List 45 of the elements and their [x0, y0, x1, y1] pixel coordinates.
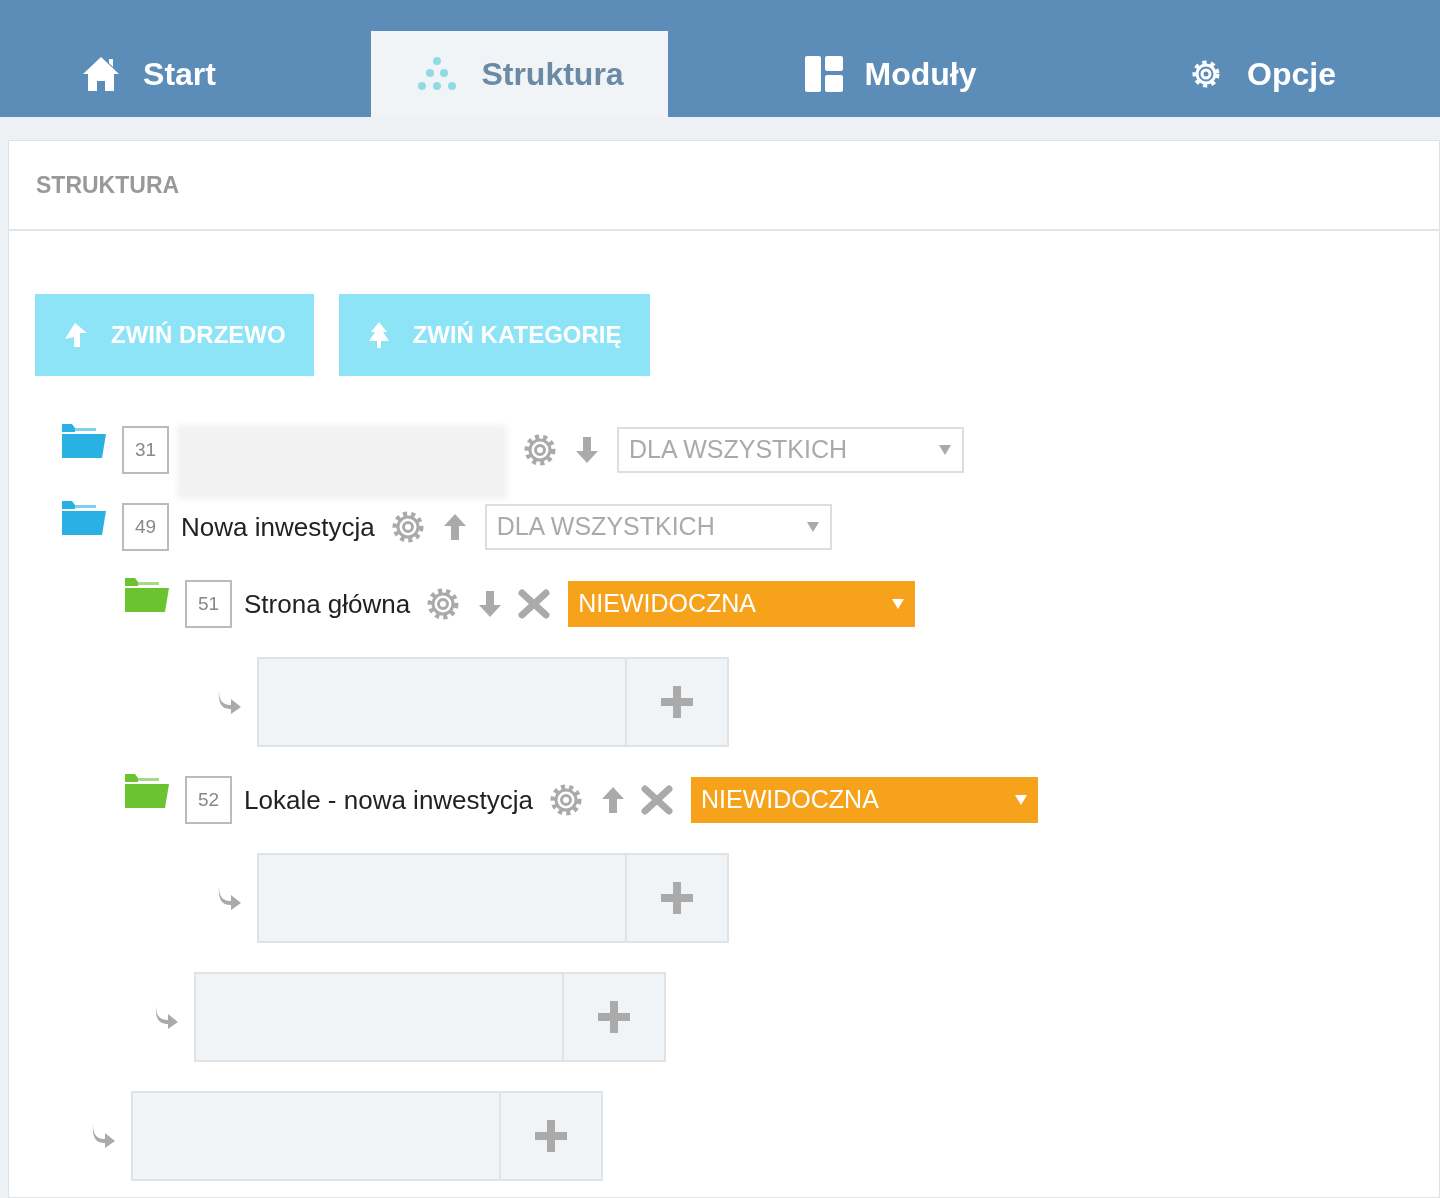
- add-button[interactable]: [501, 1091, 603, 1181]
- visibility-select[interactable]: DLA WSZYSTKICH: [617, 427, 964, 473]
- visibility-select[interactable]: DLA WSZYSTKICH: [484, 504, 832, 550]
- add-field[interactable]: [194, 972, 564, 1062]
- arrow-down-icon[interactable]: [478, 590, 503, 618]
- plus-icon: [533, 1118, 569, 1154]
- close-icon[interactable]: [518, 589, 551, 619]
- add-field[interactable]: [257, 657, 627, 747]
- add-field[interactable]: [131, 1091, 501, 1181]
- plus-icon: [659, 684, 695, 720]
- arrow-down-icon[interactable]: [575, 436, 599, 464]
- arrow-icon: [63, 321, 89, 349]
- tab[interactable]: Struktura: [371, 31, 668, 117]
- id-label: 52: [185, 776, 232, 824]
- tree-icon: [366, 321, 391, 349]
- node-name[interactable]: Strona główna: [244, 584, 411, 624]
- node-name[interactable]: Lokale - nowa inwestycja: [244, 780, 534, 820]
- add-button[interactable]: [564, 972, 666, 1062]
- folder-icon: [60, 422, 108, 460]
- folder-icon: [123, 772, 171, 810]
- plus-icon: [596, 999, 632, 1035]
- id-label: 31: [122, 426, 169, 474]
- tab[interactable]: Start: [0, 31, 297, 117]
- tab[interactable]: Moduły: [742, 31, 1039, 117]
- tab[interactable]: Opcje: [1113, 31, 1410, 117]
- plus-icon: [659, 880, 695, 916]
- caret-icon: [1014, 794, 1029, 806]
- id-label: 51: [185, 580, 232, 628]
- folder-icon: [60, 499, 108, 537]
- id-label: 49: [122, 503, 169, 551]
- layout-icon: [804, 56, 843, 92]
- close-icon[interactable]: [641, 785, 674, 815]
- caret-icon: [805, 521, 820, 533]
- folder-icon: [123, 576, 171, 614]
- visibility-select[interactable]: NIEWIDOCZNA: [568, 581, 916, 627]
- caret-icon: [891, 598, 906, 610]
- add-button[interactable]: [627, 853, 729, 943]
- arrow-up-icon[interactable]: [442, 513, 467, 541]
- arrow-up-icon[interactable]: [601, 786, 626, 814]
- visibility-select[interactable]: NIEWIDOCZNA: [691, 777, 1039, 823]
- add-button[interactable]: [627, 657, 729, 747]
- caret-icon: [938, 444, 952, 456]
- panel-title: STRUKTURA: [36, 170, 180, 200]
- add-field[interactable]: [257, 853, 627, 943]
- node-name[interactable]: Nowa inwestycja: [181, 507, 375, 547]
